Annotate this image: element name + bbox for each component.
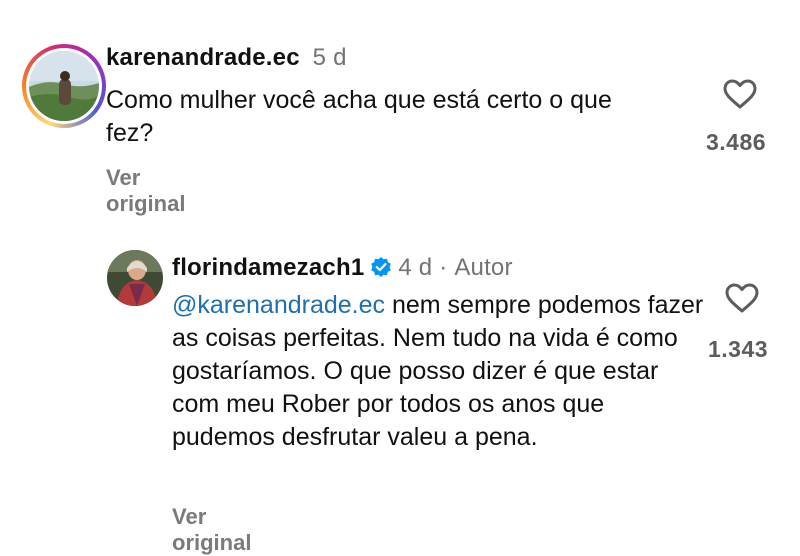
heart-icon[interactable] [722,78,758,110]
mention-link[interactable]: @karenandrade.ec [172,291,385,319]
timestamp: 5 d [312,44,347,71]
see-original-button[interactable]: Ver original [172,504,251,556]
username[interactable]: florindamezach1 [172,254,364,281]
like-count: 3.486 [706,129,767,155]
reply-text: @karenandrade.ec nem sempre podemos faze… [172,289,712,454]
timestamp: 4 d [398,254,433,281]
username[interactable]: karenandrade.ec [106,44,300,71]
verified-badge-icon [371,257,392,277]
comment-text: Como mulher você acha que está certo o q… [106,86,612,147]
author-label: Autor [454,254,513,281]
like-count: 1.343 [708,336,769,362]
see-original-button[interactable]: Ver original [106,165,185,217]
avatar[interactable] [22,44,106,128]
avatar[interactable] [107,250,163,306]
heart-icon[interactable] [724,282,760,314]
separator-dot: · [439,254,448,281]
profile-photo-person-icon [107,250,163,306]
profile-photo-landscape-icon [29,51,99,121]
